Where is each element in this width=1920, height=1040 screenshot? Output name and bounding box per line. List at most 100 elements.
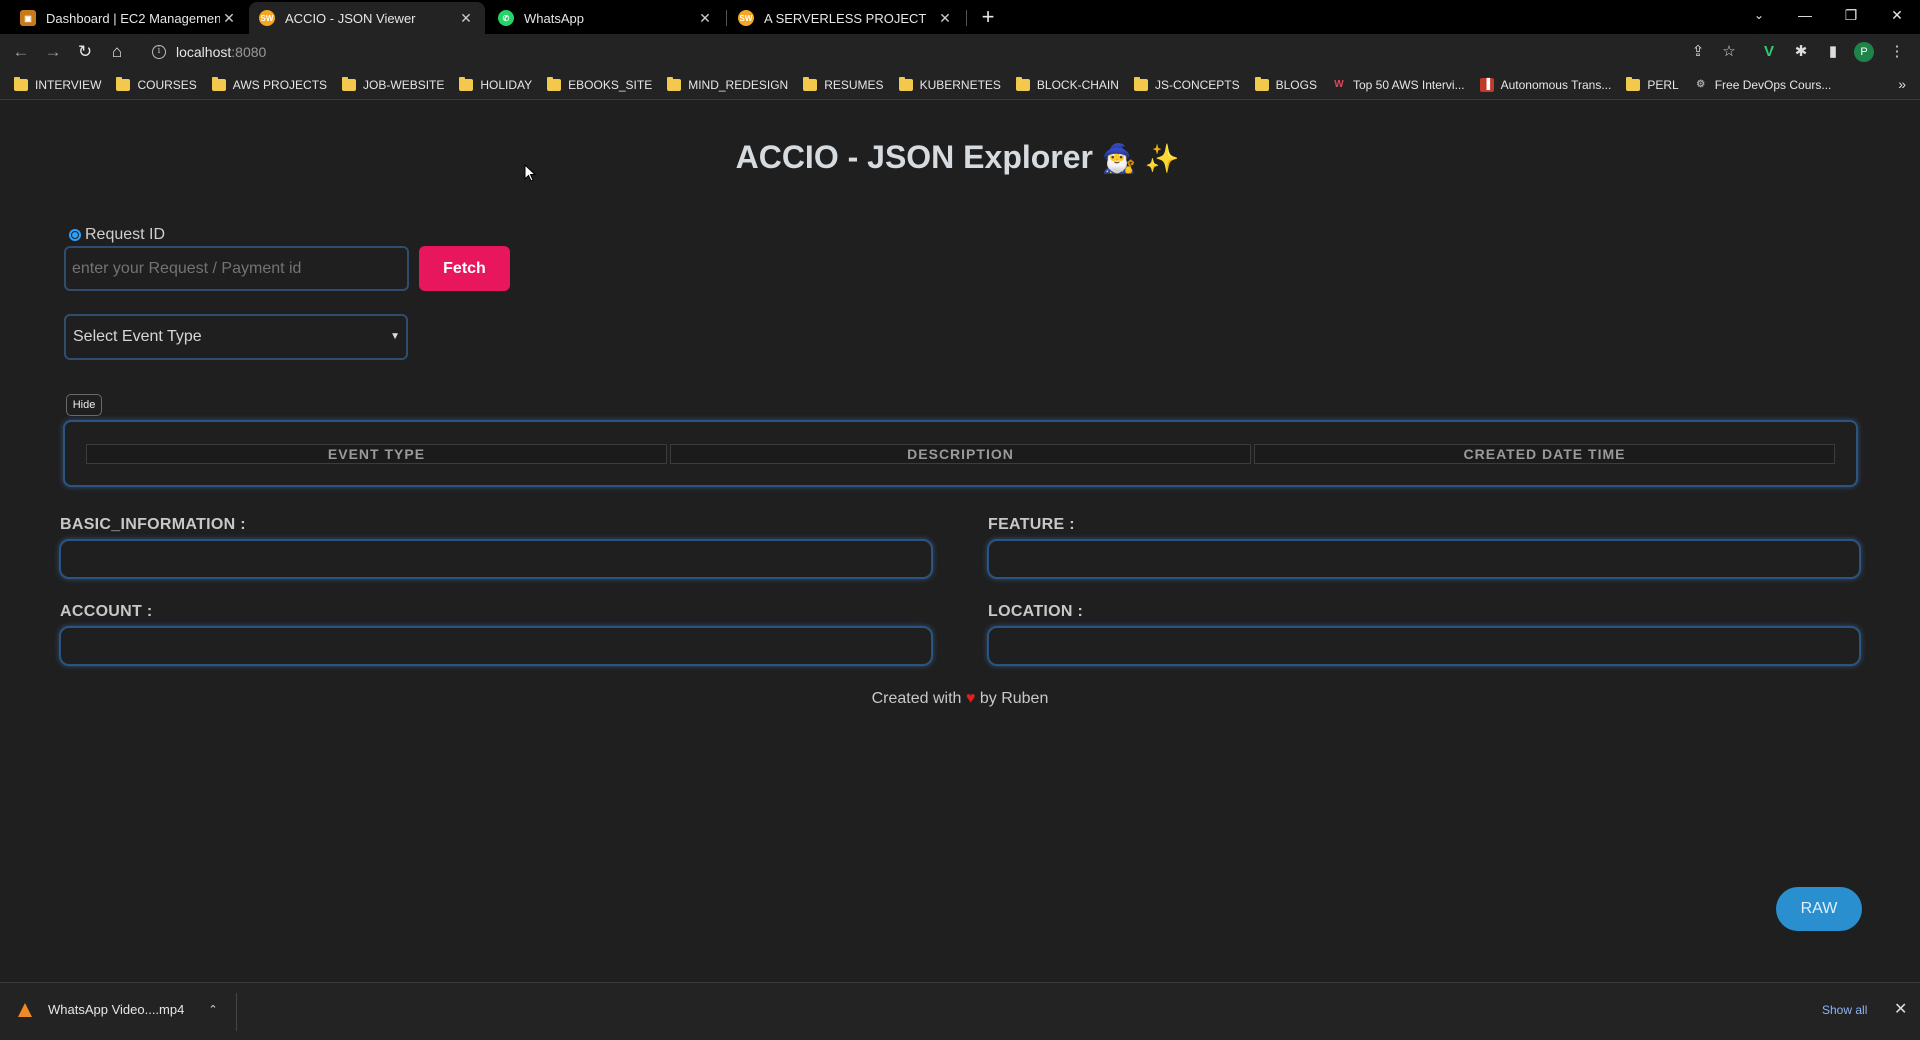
page-title-text: ACCIO - JSON Explorer [735, 139, 1093, 175]
vue-devtools-icon[interactable]: V [1758, 41, 1780, 63]
folder-icon [898, 76, 913, 91]
request-id-radio[interactable] [69, 229, 81, 241]
bookmark-label: Free DevOps Cours... [1714, 77, 1832, 92]
bookmark-folder-job-website[interactable]: JOB-WEBSITE [342, 76, 445, 92]
show-all-link[interactable]: Show all [1822, 1003, 1867, 1017]
feature-label: FEATURE : [988, 516, 1075, 533]
folder-icon [116, 76, 131, 91]
heart-icon: ♥ [965, 690, 976, 707]
tab-label: A SERVERLESS PROJECT [764, 10, 927, 26]
close-icon[interactable]: ✕ [1894, 999, 1907, 1019]
fetch-button[interactable]: Fetch [419, 246, 510, 291]
bookmark-folder-ebooks-site[interactable]: EBOOKS_SITE [547, 76, 653, 92]
bookmark-folder-mind-redesign[interactable]: MIND_REDESIGN [667, 76, 788, 92]
bookmark-label: BLOCK-CHAIN [1036, 77, 1119, 92]
account-box [59, 626, 933, 666]
bookmark-folder-blogs[interactable]: BLOGS [1254, 76, 1317, 92]
close-icon[interactable]: ✕ [936, 10, 954, 27]
download-item[interactable]: WhatsApp Video....mp4 ⌃ [18, 1002, 218, 1017]
profile-avatar[interactable]: P [1854, 42, 1874, 62]
browser-menu-icon[interactable]: ⋮ [1886, 41, 1908, 63]
bookmark-folder-resumes[interactable]: RESUMES [803, 76, 884, 92]
window-close-icon[interactable]: ✕ [1874, 0, 1920, 30]
reload-icon[interactable]: ↻ [72, 39, 98, 65]
basic-information-label: BASIC_INFORMATION : [60, 516, 246, 533]
share-icon[interactable]: ⇪ [1687, 41, 1709, 63]
folder-icon [342, 76, 357, 91]
minimize-icon[interactable]: — [1782, 0, 1828, 30]
back-arrow-icon[interactable]: ← [8, 39, 34, 65]
bookmark-folder-interview[interactable]: INTERVIEW [14, 76, 101, 92]
aws-bookmark-icon: W [1334, 78, 1344, 90]
forward-arrow-icon[interactable]: → [40, 39, 66, 65]
bookmark-free-devops[interactable]: ⚙ Free DevOps Cours... [1694, 77, 1832, 92]
site-info-icon[interactable]: i [152, 45, 166, 59]
request-id-input[interactable] [64, 246, 409, 291]
events-table: EVENT TYPE DESCRIPTION CREATED DATE TIME [63, 420, 1858, 487]
extensions-puzzle-icon[interactable]: ✱ [1790, 41, 1812, 63]
address-url[interactable]: localhost:8080 [176, 44, 266, 60]
tab-label: Dashboard | EC2 Management C [46, 10, 220, 26]
address-bar[interactable]: i localhost:8080 [142, 37, 1762, 67]
bookmark-label: HOLIDAY [480, 77, 533, 92]
close-icon[interactable]: ✕ [696, 10, 714, 27]
account-label: ACCOUNT : [60, 603, 153, 620]
folder-icon [1254, 76, 1269, 91]
close-icon[interactable]: ✕ [220, 10, 238, 27]
bookmark-label: EBOOKS_SITE [568, 77, 653, 92]
tab-ec2-dashboard[interactable]: ▣ Dashboard | EC2 Management C ✕ [10, 2, 248, 34]
folder-icon [1626, 76, 1641, 91]
gear-icon: ⚙ [1696, 78, 1706, 90]
page-content: ACCIO - JSON Explorer 🧙‍♂️ ✨ Request ID … [0, 101, 1920, 982]
basic-information-box [59, 539, 933, 579]
chevron-up-icon[interactable]: ⌃ [208, 1003, 217, 1016]
bookmarks-overflow-icon[interactable]: » [1898, 76, 1906, 92]
folder-icon [667, 76, 682, 91]
address-host: localhost [176, 44, 232, 60]
footer-credit: Created with ♥ by Ruben [0, 690, 1920, 708]
bookmark-folder-aws-projects[interactable]: AWS PROJECTS [211, 76, 327, 92]
tab-search-chevron-icon[interactable]: ⌄ [1736, 0, 1782, 30]
restore-icon[interactable]: ❐ [1828, 0, 1874, 30]
tab-accio-json-viewer[interactable]: SW ACCIO - JSON Viewer ✕ [249, 2, 485, 34]
folder-icon [1015, 76, 1030, 91]
hide-button[interactable]: Hide [66, 394, 102, 416]
bookmark-star-icon[interactable]: ☆ [1718, 41, 1740, 63]
folder-icon [211, 76, 226, 91]
chevron-down-icon: ▼ [390, 331, 400, 342]
folder-icon [547, 76, 562, 91]
folder-icon [803, 76, 818, 91]
events-table-header: EVENT TYPE DESCRIPTION CREATED DATE TIME [86, 444, 1835, 464]
tab-serverless-project[interactable]: SW A SERVERLESS PROJECT ✕ [728, 2, 964, 34]
bookmark-autonomous-trans[interactable]: ▐ Autonomous Trans... [1479, 77, 1612, 92]
aws-icon: ▣ [20, 10, 36, 26]
request-id-radio-option[interactable]: Request ID [69, 226, 165, 244]
bookmark-folder-courses[interactable]: COURSES [116, 76, 197, 92]
bookmark-folder-block-chain[interactable]: BLOCK-CHAIN [1015, 76, 1119, 92]
bookmark-folder-kubernetes[interactable]: KUBERNETES [898, 76, 1001, 92]
raw-button[interactable]: RAW [1776, 887, 1862, 931]
bookmark-label: JOB-WEBSITE [363, 77, 445, 92]
bookmark-folder-perl[interactable]: PERL [1626, 76, 1679, 92]
side-panel-icon[interactable]: ▮ [1822, 41, 1844, 63]
bookmark-label: Autonomous Trans... [1500, 77, 1612, 92]
home-icon[interactable]: ⌂ [104, 39, 130, 65]
tab-separator [966, 10, 967, 26]
wizard-sparkles-icon: 🧙‍♂️ ✨ [1101, 143, 1180, 174]
event-type-select[interactable]: Select Event Type ▼ [64, 314, 408, 360]
tab-label: WhatsApp [524, 10, 584, 26]
credit-prefix: Created with [871, 690, 962, 707]
new-tab-button[interactable]: + [976, 4, 1000, 30]
column-header-created-date-time: CREATED DATE TIME [1254, 444, 1835, 464]
tab-whatsapp[interactable]: ✆ WhatsApp ✕ [488, 2, 724, 34]
bookmark-top-50-aws[interactable]: W Top 50 AWS Intervi... [1332, 78, 1464, 92]
request-id-radio-label: Request ID [85, 226, 166, 243]
bookmark-folder-js-concepts[interactable]: JS-CONCEPTS [1133, 76, 1240, 92]
bookmark-label: JS-CONCEPTS [1154, 77, 1240, 92]
mouse-cursor-icon [524, 164, 536, 182]
bookmarks-bar: INTERVIEW COURSES AWS PROJECTS JOB-WEBSI… [0, 70, 1920, 100]
feature-box [987, 539, 1861, 579]
bookmark-folder-holiday[interactable]: HOLIDAY [459, 76, 533, 92]
download-bar: WhatsApp Video....mp4 ⌃ Show all ✕ [0, 982, 1920, 1040]
close-icon[interactable]: ✕ [457, 10, 475, 27]
